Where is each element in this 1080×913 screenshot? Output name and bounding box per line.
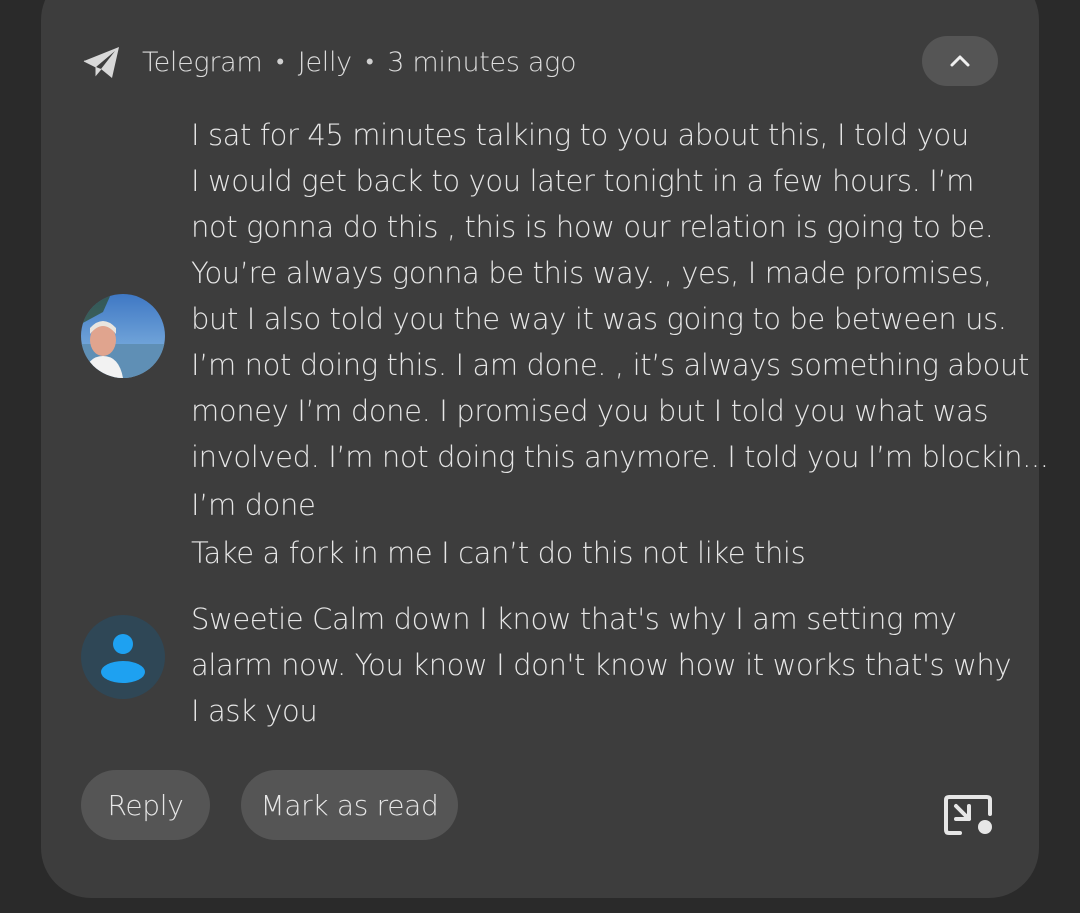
separator-dot: • <box>276 50 284 75</box>
message-line: You’re always gonna be this way. , yes, … <box>191 256 992 290</box>
person-icon <box>101 634 145 683</box>
separator-dot: • <box>365 50 374 75</box>
reply-button[interactable]: Reply <box>81 770 210 840</box>
collapse-button[interactable] <box>922 36 998 86</box>
message-line: I sat for 45 minutes talking to you abou… <box>191 118 969 152</box>
message-line: I ask you <box>191 694 318 728</box>
message-line: I’m done <box>191 488 316 522</box>
message-text: I sat for 45 minutes talking to you abou… <box>191 112 1049 576</box>
message-line: I would get back to you later tonight in… <box>191 164 975 198</box>
message-line: involved. I’m not doing this anymore. I … <box>191 440 1049 474</box>
message-line: money I’m done. I promised you but I tol… <box>191 394 989 428</box>
message-line: Take a fork in me I can’t do this not li… <box>191 536 806 570</box>
message-line: not gonna do this , this is how our rela… <box>191 210 994 244</box>
notification-header: Telegram • Jelly • 3 minutes ago <box>82 38 577 86</box>
contact-avatar[interactable] <box>81 294 165 378</box>
sender-name: Jelly <box>297 46 352 78</box>
picture-in-picture-icon[interactable] <box>940 790 996 840</box>
message-line: I’m not doing this. I am done. , it’s al… <box>191 348 1029 382</box>
message-line: Sweetie Calm down I know that's why I am… <box>191 602 957 636</box>
message-line: but I also told you the way it was going… <box>191 302 1007 336</box>
app-name: Telegram <box>142 46 263 78</box>
message-line: alarm now. You know I don't know how it … <box>191 648 1012 682</box>
mark-as-read-button[interactable]: Mark as read <box>241 770 458 840</box>
message-text: Sweetie Calm down I know that's why I am… <box>191 596 1012 734</box>
default-avatar[interactable] <box>81 615 165 699</box>
chevron-up-icon <box>950 55 970 67</box>
telegram-icon <box>82 42 122 82</box>
timestamp: 3 minutes ago <box>387 46 577 78</box>
